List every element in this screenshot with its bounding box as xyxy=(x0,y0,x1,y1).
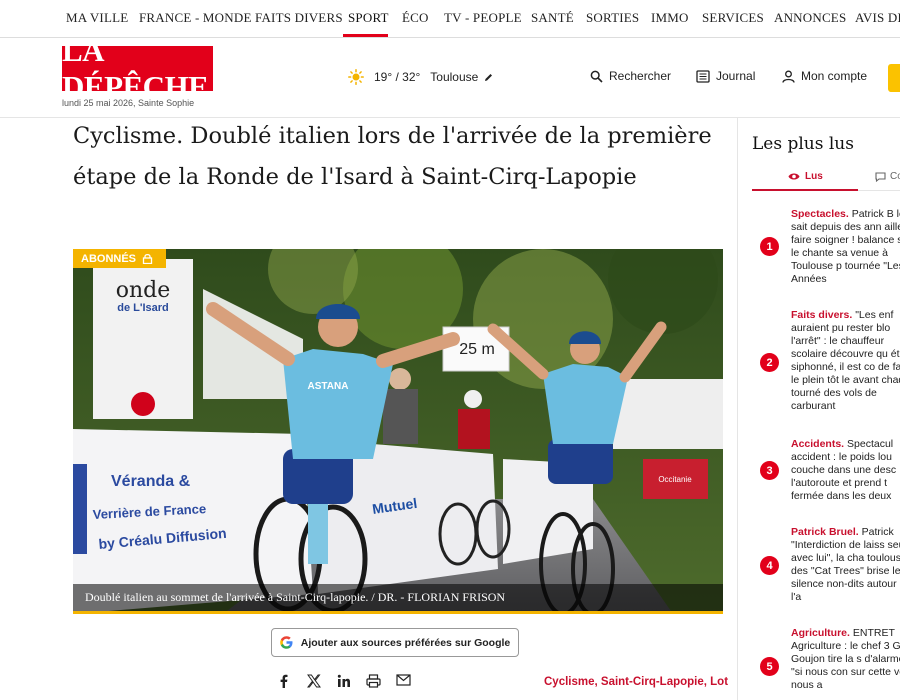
nav-item-eco[interactable]: ÉCO xyxy=(402,10,429,26)
weather-city: Toulouse xyxy=(430,70,479,84)
site-header: LA DÉPÊCHE lundi 25 mai 2026, Sainte Sop… xyxy=(0,33,900,118)
comment-icon xyxy=(875,171,886,182)
most-read-item[interactable]: Agriculture. ENTRET Agriculture : le che… xyxy=(791,627,900,692)
header-date: lundi 25 mai 2026, Sainte Sophie xyxy=(62,98,195,108)
google-sources-label: Ajouter aux sources préférées sur Google xyxy=(300,636,511,649)
photo-jersey-left: ASTANA xyxy=(308,381,349,392)
lock-icon xyxy=(142,253,153,264)
nav-item-ma-ville[interactable]: MA VILLE xyxy=(66,10,128,26)
photo-veranda-line1: Véranda & xyxy=(111,473,191,490)
article-title: Cyclisme. Doublé italien lors de l'arriv… xyxy=(73,123,712,190)
subscriber-badge: ABONNÉS xyxy=(73,249,166,268)
subscriber-badge-label: ABONNÉS xyxy=(81,252,137,265)
user-icon xyxy=(782,70,795,83)
account-label: Mon compte xyxy=(801,69,868,83)
print-icon[interactable] xyxy=(366,674,381,688)
sidebar-heading: Les plus lus xyxy=(752,134,854,154)
item-category: Accidents. xyxy=(791,438,845,450)
item-category: Agriculture. xyxy=(791,627,850,639)
google-sources-button[interactable]: Ajouter aux sources préférées sur Google xyxy=(271,628,519,657)
photo-banner-isard: de L'Isard xyxy=(117,302,169,314)
nav-item-avis-de[interactable]: AVIS DE xyxy=(855,10,900,26)
most-read-item[interactable]: Faits divers. "Les enf auraient pu reste… xyxy=(791,309,900,413)
nav-item-sport[interactable]: SPORT xyxy=(348,10,389,26)
newspaper-icon xyxy=(696,69,710,83)
search-icon xyxy=(590,70,603,83)
google-icon xyxy=(279,636,293,649)
rank-badge: 1 xyxy=(760,237,779,256)
photo-distance-sign: 25 m xyxy=(459,341,495,358)
most-read-item[interactable]: Accidents. Spectacul accident : le poids… xyxy=(791,438,900,503)
eye-icon xyxy=(788,173,800,180)
most-read-item[interactable]: Patrick Bruel. Patrick "Interdiction de … xyxy=(791,526,900,604)
photo-caption: Doublé italien au sommet de l'arrivée à … xyxy=(73,584,723,614)
nav-item-annonces[interactable]: ANNONCES xyxy=(774,10,846,26)
rank-badge: 4 xyxy=(760,556,779,575)
journal-button[interactable]: Journal xyxy=(696,69,755,83)
article-photo[interactable]: onde de L'Isard 25 m Occitanie Véranda &… xyxy=(73,249,723,614)
nav-item-tv-people[interactable]: TV - PEOPLE xyxy=(444,10,522,26)
nav-item-faits-divers[interactable]: FAITS DIVERS xyxy=(255,10,343,26)
journal-label: Journal xyxy=(716,69,756,83)
account-button[interactable]: Mon compte xyxy=(782,69,867,83)
weather-temperature: 19° / 32° xyxy=(374,70,421,84)
site-logo[interactable]: LA DÉPÊCHE xyxy=(62,33,213,104)
item-category: Faits divers. xyxy=(791,309,853,321)
pencil-icon[interactable] xyxy=(484,73,493,82)
email-icon[interactable] xyxy=(396,674,411,686)
nav-item-services[interactable]: SERVICES xyxy=(702,10,764,26)
nav-item-sorties[interactable]: SORTIES xyxy=(586,10,639,26)
article-tags[interactable]: Cyclisme, Saint-Cirq-Lapopie, Lot xyxy=(544,676,728,688)
weather-widget[interactable]: 19° / 32° Toulouse xyxy=(348,69,493,85)
nav-item-immo[interactable]: IMMO xyxy=(651,10,689,26)
tab-active-indicator xyxy=(752,189,858,191)
search-button[interactable]: Rechercher xyxy=(590,69,671,83)
linkedin-icon[interactable] xyxy=(337,674,351,688)
tab-most-commented-label: Co xyxy=(890,171,900,182)
rank-badge: 5 xyxy=(760,657,779,676)
most-read-item[interactable]: Spectacles. Patrick B le sait depuis des… xyxy=(791,208,900,286)
tab-most-read-label: Lus xyxy=(805,171,823,182)
nav-item-france-monde[interactable]: FRANCE - MONDE xyxy=(139,10,252,26)
sun-icon xyxy=(348,69,364,85)
subscribe-button[interactable] xyxy=(888,64,900,92)
item-category: Spectacles. xyxy=(791,208,849,220)
rank-badge: 3 xyxy=(760,461,779,480)
photo-region-banner: Occitanie xyxy=(658,475,692,484)
item-text: "Les enf auraient pu rester blo l'arrêt"… xyxy=(791,309,900,412)
nav-item-sante[interactable]: SANTÉ xyxy=(531,10,574,26)
rank-badge: 2 xyxy=(760,353,779,372)
sidebar-divider xyxy=(737,118,738,700)
search-label: Rechercher xyxy=(609,69,672,83)
x-twitter-icon[interactable] xyxy=(307,674,321,688)
item-category: Patrick Bruel. xyxy=(791,526,859,538)
photo-banner-ronde: onde xyxy=(116,278,171,303)
tab-most-read[interactable]: Lus xyxy=(788,171,823,182)
tab-most-commented[interactable]: Co xyxy=(875,171,900,182)
facebook-icon[interactable] xyxy=(278,674,290,688)
